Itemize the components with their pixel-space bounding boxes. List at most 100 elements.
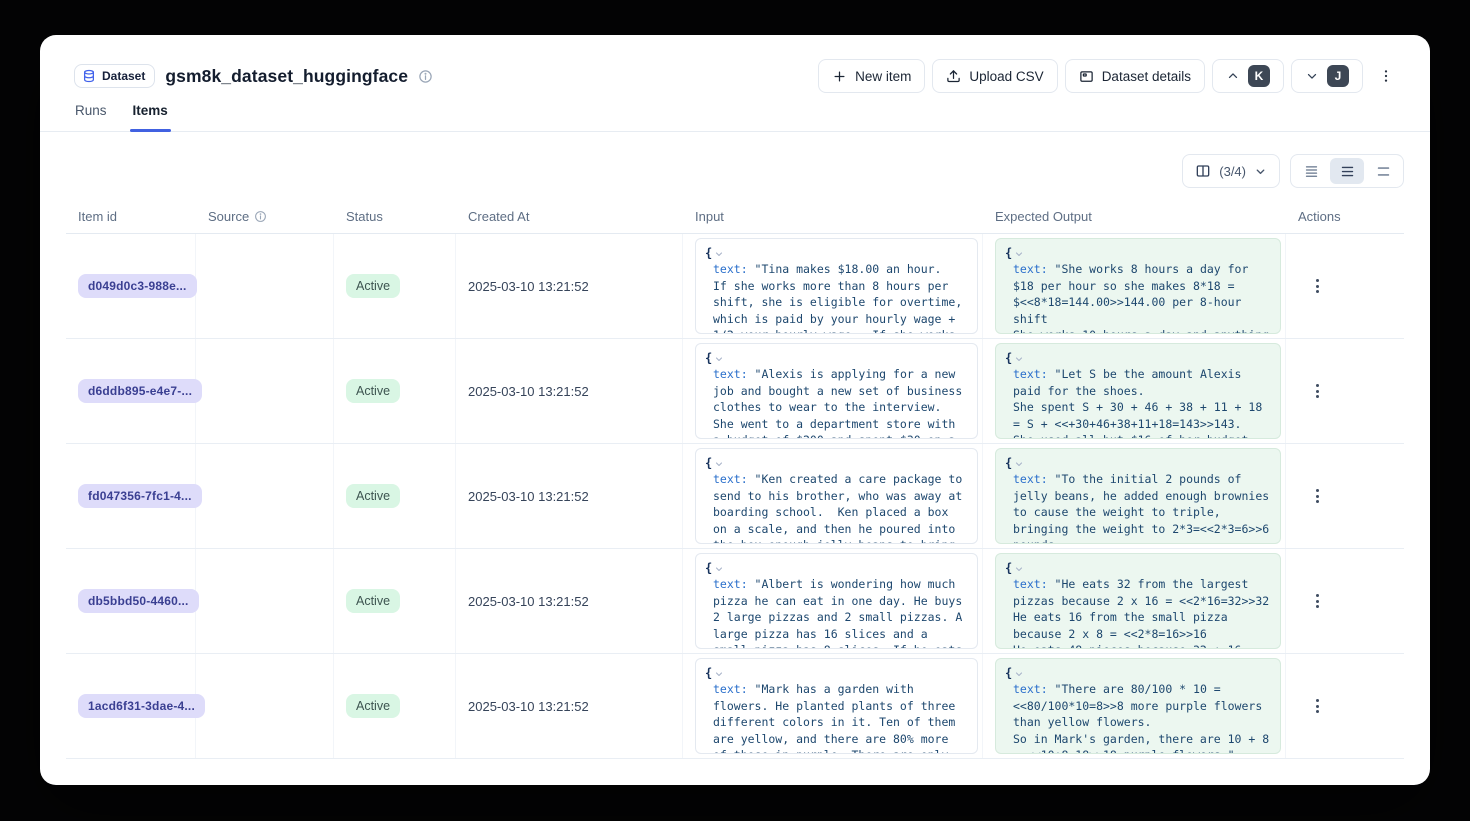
expected-output-cell: { text: "There are 80/100 * 10 = <<80/10… <box>983 654 1286 758</box>
col-header-input: Input <box>683 209 983 224</box>
json-key: text: <box>713 682 755 696</box>
created-at-cell: 2025-03-10 13:21:52 <box>456 654 683 758</box>
source-cell <box>196 444 334 548</box>
expand-chevron-icon[interactable] <box>714 459 724 469</box>
row-kebab-menu-button[interactable] <box>1310 378 1325 404</box>
input-json-box[interactable]: { text: "Ken created a care package to s… <box>695 448 978 544</box>
header-kebab-menu-button[interactable] <box>1370 59 1402 93</box>
expected-output-cell: { text: "Let S be the amount Alexis paid… <box>983 339 1286 443</box>
input-cell: { text: "Mark has a garden with flowers.… <box>683 654 983 758</box>
expected-output-json-box[interactable]: { text: "There are 80/100 * 10 = <<80/10… <box>995 658 1281 754</box>
open-brace: { <box>705 561 712 575</box>
density-small-icon <box>1304 164 1319 179</box>
avatar-k: K <box>1248 65 1270 87</box>
columns-count: (3/4) <box>1219 164 1246 179</box>
input-json-box[interactable]: { text: "Tina makes $18.00 an hour. If s… <box>695 238 978 334</box>
status-cell: Active <box>334 339 456 443</box>
item-id-cell: d049d0c3-988e... <box>66 234 196 338</box>
status-cell: Active <box>334 234 456 338</box>
item-id-cell: d6ddb895-e4e7-... <box>66 339 196 443</box>
row-height-medium-button[interactable] <box>1330 158 1364 184</box>
row-height-small-button[interactable] <box>1294 158 1328 184</box>
tab-runs[interactable]: Runs <box>74 103 108 131</box>
row-kebab-menu-button[interactable] <box>1310 273 1325 299</box>
json-key: text: <box>1013 682 1055 696</box>
expected-output-json-box[interactable]: { text: "She works 8 hours a day for $18… <box>995 238 1281 334</box>
expand-chevron-icon[interactable] <box>1014 354 1024 364</box>
row-kebab-menu-button[interactable] <box>1310 588 1325 614</box>
expected-output-json-box[interactable]: { text: "Let S be the amount Alexis paid… <box>995 343 1281 439</box>
json-key: text: <box>1013 472 1055 486</box>
source-cell <box>196 654 334 758</box>
chevron-down-icon <box>1305 69 1319 83</box>
dataset-details-button[interactable]: Dataset details <box>1065 59 1205 93</box>
expand-chevron-icon[interactable] <box>714 669 724 679</box>
table-row: fd047356-7fc1-4... Active 2025-03-10 13:… <box>66 444 1404 549</box>
columns-icon <box>1195 163 1211 179</box>
input-cell: { text: "Tina makes $18.00 an hour. If s… <box>683 234 983 338</box>
item-id-badge[interactable]: fd047356-7fc1-4... <box>78 484 202 508</box>
created-at-cell: 2025-03-10 13:21:52 <box>456 444 683 548</box>
item-id-badge[interactable]: d049d0c3-988e... <box>78 274 197 298</box>
expected-output-cell: { text: "To the initial 2 pounds of jell… <box>983 444 1286 548</box>
status-badge: Active <box>346 274 400 298</box>
table-body: d049d0c3-988e... Active 2025-03-10 13:21… <box>66 234 1404 759</box>
json-key: text: <box>713 472 755 486</box>
expand-chevron-icon[interactable] <box>1014 249 1024 259</box>
table-row: d6ddb895-e4e7-... Active 2025-03-10 13:2… <box>66 339 1404 444</box>
tab-items[interactable]: Items <box>132 103 169 131</box>
input-json-box[interactable]: { text: "Albert is wondering how much pi… <box>695 553 978 649</box>
expand-chevron-icon[interactable] <box>1014 669 1024 679</box>
created-at-value: 2025-03-10 13:21:52 <box>468 699 589 714</box>
expand-chevron-icon[interactable] <box>1014 564 1024 574</box>
plus-icon <box>832 69 847 84</box>
table-row: db5bbd50-4460... Active 2025-03-10 13:21… <box>66 549 1404 654</box>
status-badge: Active <box>346 379 400 403</box>
item-id-badge[interactable]: 1acd6f31-3dae-4... <box>78 694 205 718</box>
expand-chevron-icon[interactable] <box>1014 459 1024 469</box>
open-brace: { <box>1005 351 1012 365</box>
expected-output-json-box[interactable]: { text: "He eats 32 from the largest piz… <box>995 553 1281 649</box>
col-header-status: Status <box>334 209 456 224</box>
input-json-box[interactable]: { text: "Alexis is applying for a new jo… <box>695 343 978 439</box>
json-key: text: <box>1013 262 1055 276</box>
item-id-cell: 1acd6f31-3dae-4... <box>66 654 196 758</box>
source-cell <box>196 549 334 653</box>
title-info-icon[interactable] <box>418 69 433 84</box>
items-table: Item id Source Status Created At Input E… <box>66 200 1404 759</box>
created-at-value: 2025-03-10 13:21:52 <box>468 489 589 504</box>
open-brace: { <box>705 351 712 365</box>
expand-chevron-icon[interactable] <box>714 354 724 364</box>
chevron-down-icon <box>1254 165 1267 178</box>
expand-user-j-button[interactable]: J <box>1291 59 1363 93</box>
collapse-user-k-button[interactable]: K <box>1212 59 1284 93</box>
table-controls: (3/4) <box>66 154 1404 188</box>
dataset-page-card: Dataset gsm8k_dataset_huggingface New it… <box>40 35 1430 785</box>
expand-chevron-icon[interactable] <box>714 564 724 574</box>
row-kebab-menu-button[interactable] <box>1310 483 1325 509</box>
page-title: gsm8k_dataset_huggingface <box>165 66 408 87</box>
source-info-icon[interactable] <box>254 210 267 223</box>
columns-selector-button[interactable]: (3/4) <box>1182 154 1280 188</box>
upload-csv-button[interactable]: Upload CSV <box>932 59 1057 93</box>
row-height-large-button[interactable] <box>1366 158 1400 184</box>
open-brace: { <box>705 456 712 470</box>
open-brace: { <box>1005 561 1012 575</box>
col-header-created-at: Created At <box>456 209 683 224</box>
item-id-badge[interactable]: db5bbd50-4460... <box>78 589 199 613</box>
col-header-expected-output: Expected Output <box>983 209 1286 224</box>
open-brace: { <box>705 666 712 680</box>
expand-chevron-icon[interactable] <box>714 249 724 259</box>
input-json-box[interactable]: { text: "Mark has a garden with flowers.… <box>695 658 978 754</box>
density-medium-icon <box>1340 164 1355 179</box>
open-brace: { <box>1005 666 1012 680</box>
status-cell: Active <box>334 444 456 548</box>
tab-bar: Runs Items <box>40 103 1430 132</box>
new-item-button[interactable]: New item <box>818 59 925 93</box>
density-large-icon <box>1376 164 1391 179</box>
json-key: text: <box>713 577 755 591</box>
expected-output-json-box[interactable]: { text: "To the initial 2 pounds of jell… <box>995 448 1281 544</box>
col-header-item-id: Item id <box>66 209 196 224</box>
item-id-badge[interactable]: d6ddb895-e4e7-... <box>78 379 202 403</box>
row-kebab-menu-button[interactable] <box>1310 693 1325 719</box>
